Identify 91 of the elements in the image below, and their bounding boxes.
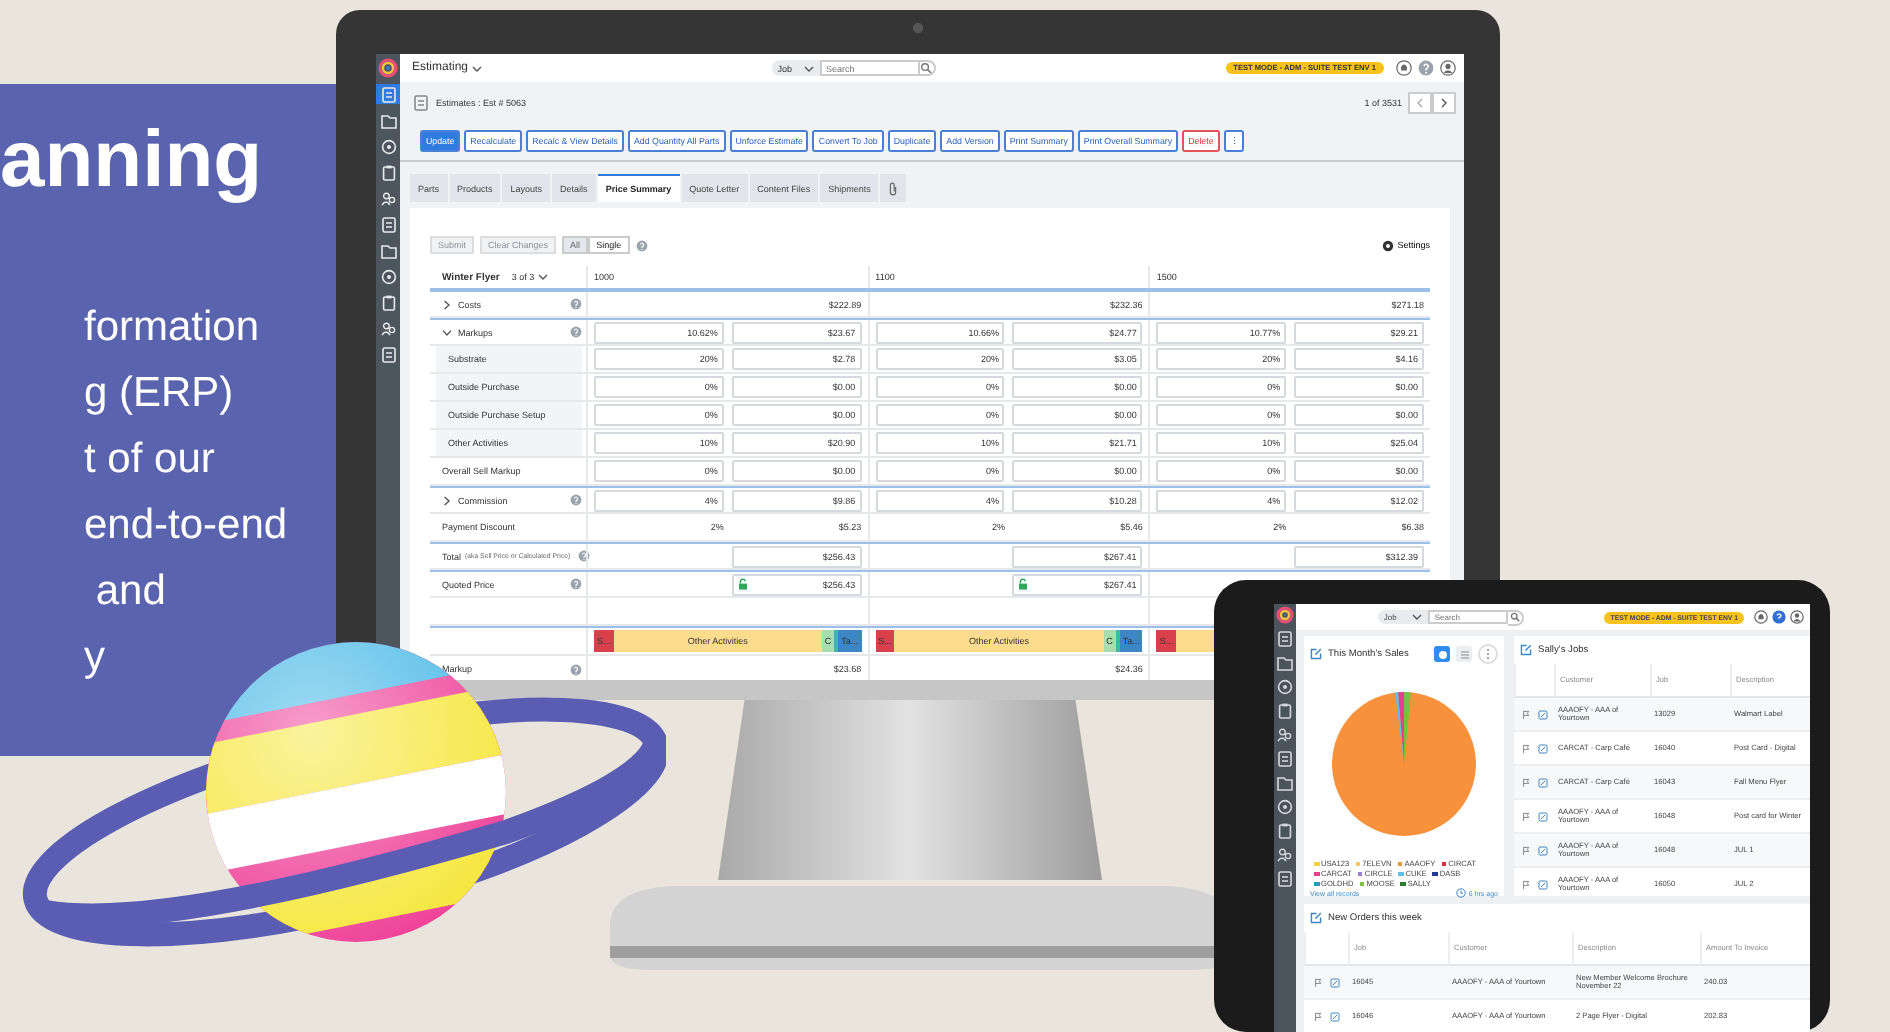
edit-icon[interactable]: [1329, 977, 1339, 987]
settings-icon: [1381, 239, 1394, 251]
search-icon: [1510, 612, 1521, 622]
chevron-down-icon[interactable]: [442, 327, 452, 337]
help-icon[interactable]: [635, 239, 648, 251]
bell-icon[interactable]: [1396, 60, 1412, 76]
sidebar-button[interactable]: [376, 318, 400, 338]
people-icon: [1276, 726, 1294, 744]
external-link-icon[interactable]: [1520, 644, 1532, 656]
hero-paragraph: formation g (ERP) t of our end-to-end and y: [84, 302, 288, 684]
flag-icon[interactable]: [1313, 977, 1321, 987]
user-icon[interactable]: [1790, 610, 1805, 624]
sidebar-button[interactable]: [376, 188, 400, 208]
circle-icon: [379, 137, 397, 155]
camera-icon: [912, 22, 924, 34]
help-icon[interactable]: [570, 326, 582, 338]
view-toggle[interactable]: [1434, 646, 1450, 662]
folder-icon: [1276, 774, 1294, 792]
document-icon: [379, 85, 397, 103]
sidebar-button[interactable]: [376, 136, 400, 156]
clock-icon: [1456, 888, 1467, 898]
logo-icon[interactable]: [378, 58, 398, 78]
table-icon: [1459, 649, 1469, 659]
flag-icon[interactable]: [1521, 777, 1529, 787]
help-icon[interactable]: [570, 663, 582, 675]
folder-icon: [1276, 654, 1294, 672]
edit-icon[interactable]: [1537, 709, 1547, 719]
caret-icon: [803, 65, 814, 71]
flag-icon[interactable]: [1521, 811, 1529, 821]
document-icon: [379, 345, 397, 363]
document-icon: [379, 215, 397, 233]
sidebar-button[interactable]: [376, 84, 400, 104]
clipboard-icon: [1276, 822, 1294, 840]
chevron-right-icon: [1440, 97, 1448, 107]
pie-icon: [1437, 649, 1447, 659]
edit-icon[interactable]: [1537, 879, 1547, 889]
help-icon[interactable]: [570, 494, 582, 506]
sidebar-button[interactable]: [376, 110, 400, 130]
next-button[interactable]: [1432, 91, 1456, 113]
search-button[interactable]: [1508, 609, 1525, 625]
caret-icon: [472, 65, 483, 71]
search-icon: [920, 62, 933, 74]
circle-icon: [1276, 678, 1294, 696]
flag-icon[interactable]: [1521, 743, 1529, 753]
logo-icon[interactable]: [1276, 606, 1294, 624]
clipboard-icon: [1276, 702, 1294, 720]
document-icon: [1276, 630, 1294, 648]
circle-icon: [379, 267, 397, 285]
user-icon[interactable]: [1440, 60, 1456, 76]
people-icon: [379, 189, 397, 207]
external-link-icon[interactable]: [1310, 912, 1322, 924]
document-icon: [1276, 750, 1294, 768]
caret-icon: [1412, 614, 1423, 620]
external-link-icon[interactable]: [1310, 648, 1322, 660]
flag-icon[interactable]: [1313, 1011, 1321, 1021]
unlocked-padlock-icon[interactable]: [1018, 578, 1029, 590]
sidebar-button[interactable]: [376, 240, 400, 260]
help-icon[interactable]: [570, 578, 582, 590]
more-button[interactable]: [1478, 644, 1498, 664]
chevron-right-icon[interactable]: [442, 495, 452, 505]
view-toggle[interactable]: [1456, 646, 1472, 662]
sidebar-button[interactable]: [376, 214, 400, 234]
circle-icon: [1276, 798, 1294, 816]
flag-icon[interactable]: [1521, 845, 1529, 855]
edit-icon[interactable]: [1537, 743, 1547, 753]
unlocked-padlock-icon[interactable]: [737, 578, 748, 590]
flag-icon[interactable]: [1521, 709, 1529, 719]
clipboard-icon: [379, 293, 397, 311]
attachment-tab[interactable]: [880, 174, 907, 202]
help-icon[interactable]: [578, 550, 591, 562]
help-icon[interactable]: [570, 298, 582, 310]
document-icon: [412, 93, 430, 111]
clipboard-icon: [379, 163, 397, 181]
document-icon: [1276, 870, 1294, 888]
edit-icon[interactable]: [1537, 777, 1547, 787]
sidebar-button[interactable]: [376, 266, 400, 286]
bell-icon[interactable]: [1754, 610, 1769, 624]
help-icon[interactable]: [1418, 60, 1434, 76]
chevron-right-icon[interactable]: [442, 299, 452, 309]
paperclip-icon: [888, 181, 899, 195]
edit-icon[interactable]: [1537, 845, 1547, 855]
hero-heading: anning: [0, 116, 263, 204]
people-icon: [1276, 846, 1294, 864]
chevron-left-icon: [1416, 97, 1424, 107]
caret-icon: [538, 274, 549, 280]
flag-icon[interactable]: [1521, 879, 1529, 889]
sidebar-button[interactable]: [376, 344, 400, 364]
edit-icon[interactable]: [1329, 1011, 1339, 1021]
help-icon[interactable]: [1772, 610, 1787, 624]
people-icon: [379, 319, 397, 337]
edit-icon[interactable]: [1537, 811, 1547, 821]
